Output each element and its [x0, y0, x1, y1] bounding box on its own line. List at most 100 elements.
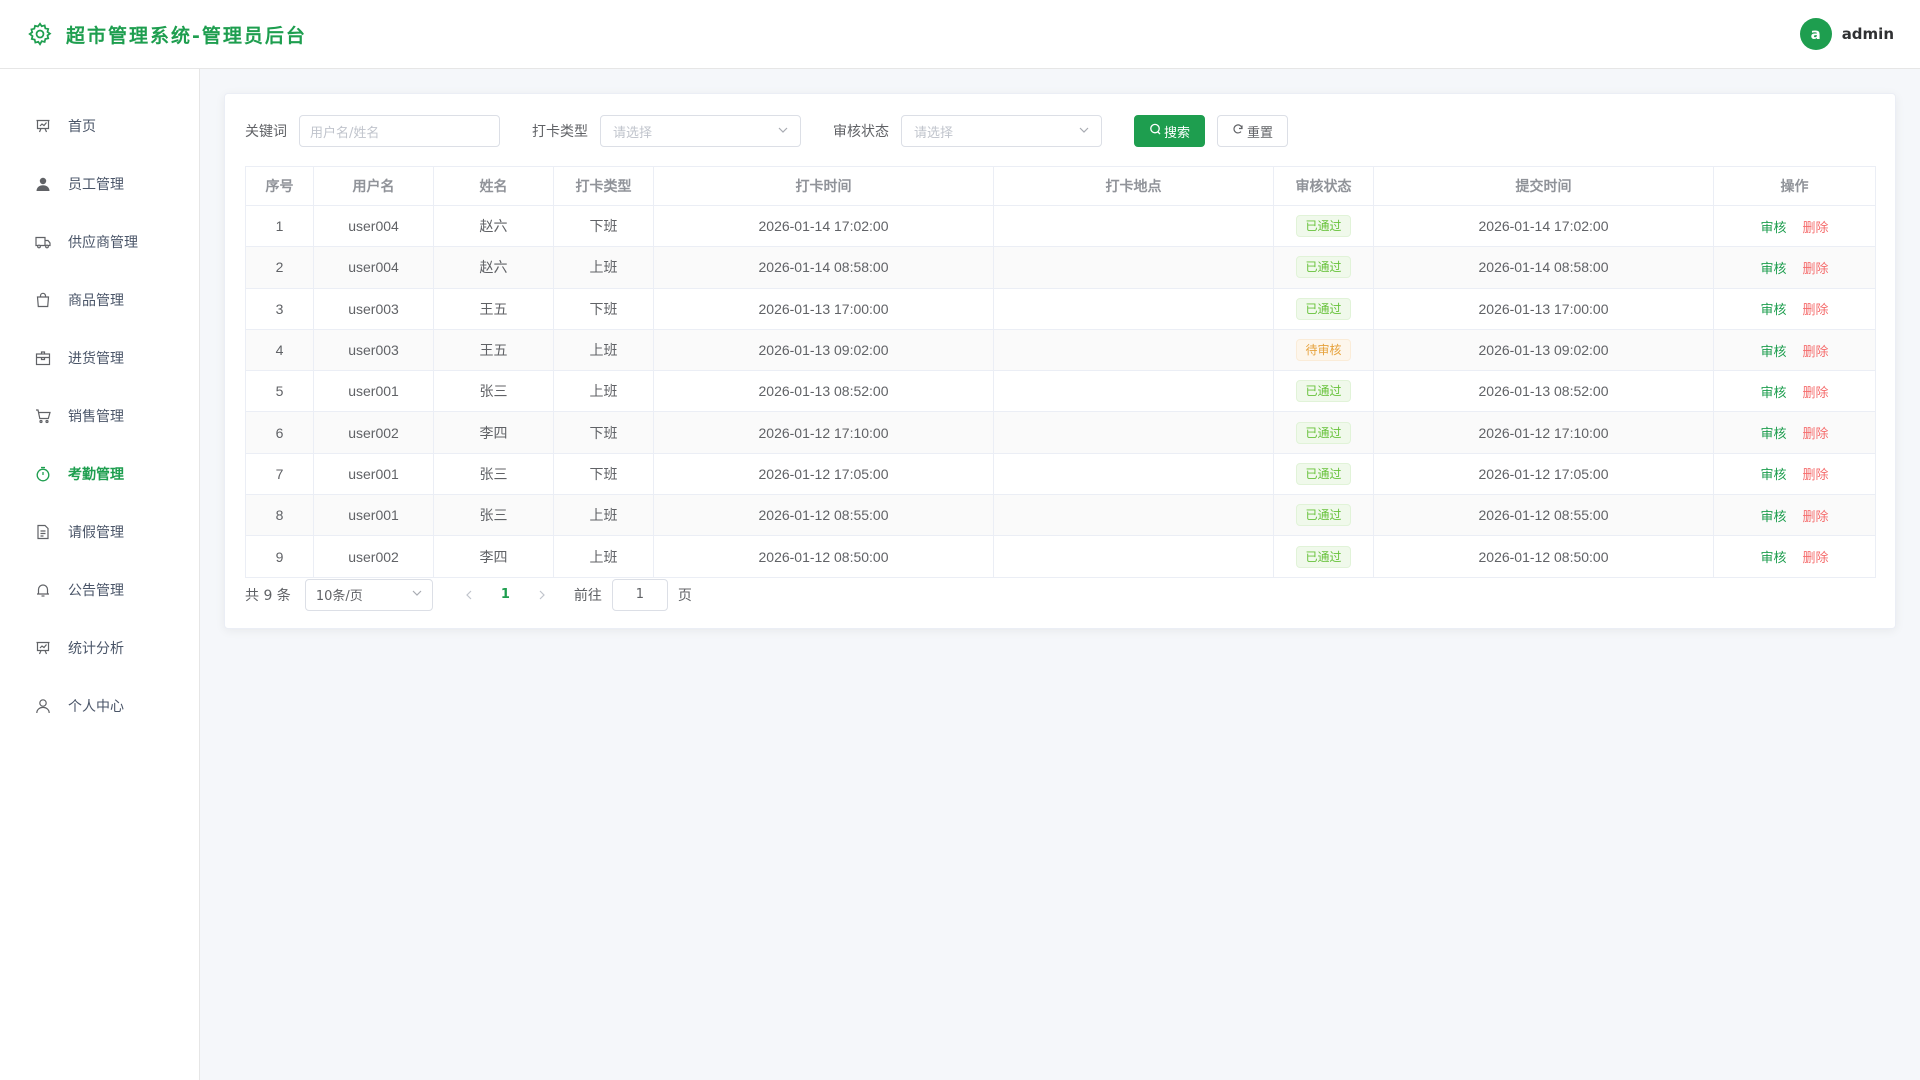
- page-size-value: 10条/页: [315, 589, 363, 605]
- punch-type-placeholder: 请选择: [613, 125, 653, 141]
- sidebar-item-label: 销售管理: [68, 409, 124, 425]
- cell-username: user002: [313, 411, 434, 454]
- page-size-select[interactable]: 10条/页: [304, 578, 433, 611]
- audit-button[interactable]: 审核: [1760, 220, 1786, 235]
- punch-type-select[interactable]: 请选择: [600, 115, 801, 147]
- audit-button[interactable]: 审核: [1760, 426, 1786, 441]
- user-name[interactable]: admin: [1842, 25, 1894, 43]
- table-row: 9 user002 李四 上班 2026-01-12 08:50:00 已通过 2026-0…: [245, 535, 1876, 578]
- audit-status-select[interactable]: 请选择: [901, 115, 1102, 147]
- sidebar-item-7[interactable]: 考勤管理: [0, 445, 199, 503]
- cell-actions: 审核 删除: [1713, 370, 1876, 413]
- chevron-left-icon: [465, 590, 472, 600]
- cell-location: [993, 328, 1274, 372]
- reset-button[interactable]: 重置: [1217, 115, 1289, 147]
- cell-status: 已通过: [1273, 287, 1374, 330]
- delete-button[interactable]: 删除: [1803, 344, 1829, 359]
- cell-username: user003: [313, 328, 434, 372]
- search-button[interactable]: 搜索: [1134, 115, 1206, 147]
- user-menu[interactable]: a admin: [1799, 18, 1894, 50]
- audit-button[interactable]: 审核: [1760, 344, 1786, 359]
- table-row: 1 user004 赵六 下班 2026-01-14 17:02:00 已通过 2026-0…: [245, 204, 1876, 248]
- cell-type: 上班: [553, 370, 654, 413]
- cell-time: 2026-01-14 17:02:00: [653, 204, 994, 248]
- cell-status: 已通过: [1273, 494, 1374, 537]
- goto-label: 前往: [573, 587, 602, 604]
- table-row: 8 user001 张三 上班 2026-01-12 08:55:00 已通过 2026-0…: [245, 494, 1876, 537]
- table-row: 5 user001 张三 上班 2026-01-13 08:52:00 已通过 2026-0…: [245, 370, 1876, 413]
- cell-type: 下班: [553, 452, 654, 496]
- cell-location: [993, 370, 1274, 413]
- avatar[interactable]: a: [1799, 18, 1832, 50]
- sidebar-item-10[interactable]: 统计分析: [0, 619, 199, 677]
- cell-name: 张三: [433, 452, 554, 496]
- sidebar-item-label: 员工管理: [68, 177, 124, 193]
- delete-button[interactable]: 删除: [1803, 220, 1829, 235]
- table-row: 7 user001 张三 下班 2026-01-12 17:05:00 已通过 2026-0…: [245, 452, 1876, 496]
- goto-page-input[interactable]: 1: [611, 578, 668, 611]
- page-number-current[interactable]: 1: [501, 587, 510, 602]
- status-badge: 待审核: [1296, 339, 1351, 362]
- sidebar-item-4[interactable]: 商品管理: [0, 271, 199, 329]
- cell-username: user001: [313, 452, 434, 496]
- status-badge: 已通过: [1296, 215, 1351, 238]
- table-row: 4 user003 王五 上班 2026-01-13 09:02:00 待审核 2026-0…: [245, 328, 1876, 372]
- sidebar-item-8[interactable]: 请假管理: [0, 503, 199, 561]
- audit-button[interactable]: 审核: [1760, 509, 1786, 524]
- cell-status: 已通过: [1273, 452, 1374, 496]
- audit-button[interactable]: 审核: [1760, 385, 1786, 400]
- table-row: 6 user002 李四 下班 2026-01-12 17:10:00 已通过 2026-0…: [245, 411, 1876, 454]
- cell-username: user002: [313, 535, 434, 578]
- cell-submitted: 2026-01-13 17:00:00: [1373, 287, 1714, 330]
- attendance-panel: 关键词 用户名/姓名 打卡类型 请选择 审核状态 请选择 搜索 重置 序号 用户…: [224, 93, 1896, 629]
- cell-name: 王五: [433, 328, 554, 372]
- cell-submitted: 2026-01-14 08:58:00: [1373, 246, 1714, 289]
- delete-button[interactable]: 删除: [1803, 261, 1829, 276]
- document-icon: [34, 523, 52, 541]
- presentation-icon: [34, 117, 52, 135]
- sidebar-item-5[interactable]: 进货管理: [0, 329, 199, 387]
- delete-button[interactable]: 删除: [1803, 509, 1829, 524]
- sidebar-item-6[interactable]: 销售管理: [0, 387, 199, 445]
- keyword-label: 关键词: [245, 124, 287, 140]
- bell-icon: [34, 581, 52, 599]
- chevron-down-icon: [778, 124, 788, 139]
- cell-actions: 审核 删除: [1713, 411, 1876, 454]
- audit-button[interactable]: 审核: [1760, 261, 1786, 276]
- delete-button[interactable]: 删除: [1803, 550, 1829, 565]
- audit-button[interactable]: 审核: [1760, 550, 1786, 565]
- cell-no: 2: [245, 246, 314, 289]
- cell-type: 上班: [553, 328, 654, 372]
- audit-button[interactable]: 审核: [1760, 302, 1786, 317]
- column-header: 操作: [1713, 166, 1876, 206]
- gear-icon: [26, 20, 54, 48]
- sidebar-item-3[interactable]: 供应商管理: [0, 213, 199, 271]
- cell-actions: 审核 删除: [1713, 328, 1876, 372]
- keyword-input[interactable]: 用户名/姓名: [299, 115, 500, 147]
- sidebar-item-9[interactable]: 公告管理: [0, 561, 199, 619]
- cell-name: 张三: [433, 494, 554, 537]
- chart-board-icon: [34, 639, 52, 657]
- cell-submitted: 2026-01-12 17:10:00: [1373, 411, 1714, 454]
- cell-submitted: 2026-01-13 08:52:00: [1373, 370, 1714, 413]
- next-page-button[interactable]: [532, 590, 552, 600]
- delete-button[interactable]: 删除: [1803, 385, 1829, 400]
- sidebar-item-11[interactable]: 个人中心: [0, 677, 199, 735]
- delete-button[interactable]: 删除: [1803, 467, 1829, 482]
- cell-type: 上班: [553, 246, 654, 289]
- cell-type: 下班: [553, 204, 654, 248]
- prev-page-button[interactable]: [459, 590, 479, 600]
- cell-time: 2026-01-13 08:52:00: [653, 370, 994, 413]
- cart-icon: [34, 407, 52, 425]
- sidebar-item-2[interactable]: 员工管理: [0, 155, 199, 213]
- pagination: 共 9 条 10条/页 1 前往 1 页: [245, 578, 1875, 612]
- delete-button[interactable]: 删除: [1803, 302, 1829, 317]
- cell-type: 下班: [553, 287, 654, 330]
- cell-no: 4: [245, 328, 314, 372]
- sidebar-item-label: 统计分析: [68, 641, 124, 657]
- delete-button[interactable]: 删除: [1803, 426, 1829, 441]
- sidebar-item-1[interactable]: 首页: [0, 97, 199, 155]
- cell-no: 7: [245, 452, 314, 496]
- column-header: 用户名: [313, 166, 434, 206]
- audit-button[interactable]: 审核: [1760, 467, 1786, 482]
